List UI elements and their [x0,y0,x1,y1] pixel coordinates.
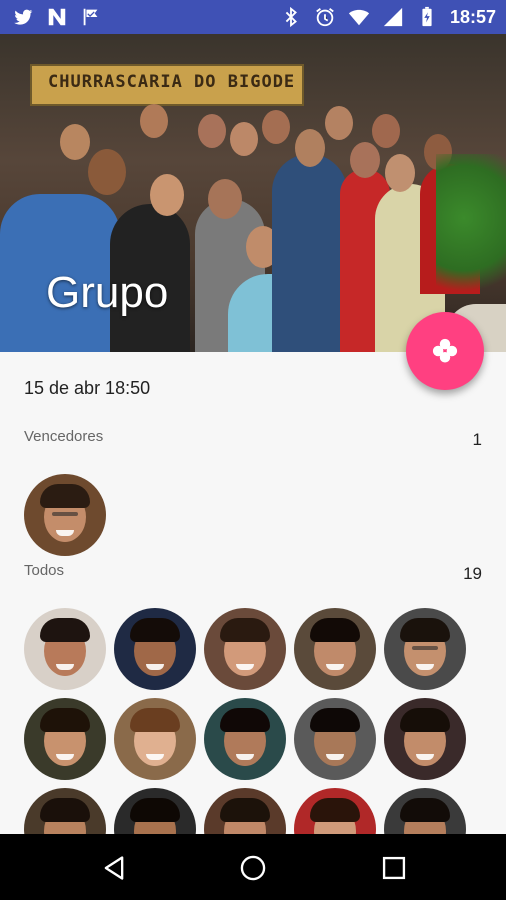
battery-icon [422,6,432,27]
avatar-hair [220,798,270,822]
crowd-figure [230,122,258,156]
crowd-figure [372,114,400,148]
plant [436,154,506,314]
crowd-figure [262,110,290,144]
bluetooth-icon [285,6,297,28]
avatar-hair [400,708,450,732]
crowd-figure [295,129,325,167]
crowd-figure [88,149,126,195]
member-avatar[interactable] [294,788,376,834]
crowd-figure [350,142,380,178]
group-cover-photo: CHURRASCARIA DO BIGODE Grupo [0,34,506,352]
avatar-hair [400,798,450,822]
avatar-hair [400,618,450,642]
group-title: Grupo [46,268,169,317]
crowd-figure [140,104,168,138]
back-icon[interactable] [100,854,128,882]
all-count: 19 [463,564,482,583]
crowd-figure [150,174,184,216]
member-avatar[interactable] [114,608,196,690]
event-date: 15 de abr 18:50 [24,378,151,398]
avatar-hair [40,798,90,822]
check-flag-icon [83,8,98,26]
wifi-icon [348,9,370,26]
clover-icon [432,338,458,363]
crowd-figure [325,106,353,140]
crowd-figure [272,154,347,352]
winners-count: 1 [472,430,482,449]
member-avatar[interactable] [384,698,466,780]
crowd-figure [208,179,242,219]
avatar-hair [130,708,180,732]
avatar-hair [220,708,270,732]
avatar-hair [130,798,180,822]
status-bar: 18:57 [0,0,506,34]
member-avatar[interactable] [24,608,106,690]
member-avatar[interactable] [114,698,196,780]
all-label: Todos [24,562,65,579]
avatar-hair [310,798,360,822]
recents-icon[interactable] [380,854,408,882]
status-time: 18:57 [449,7,496,27]
signal-icon [383,7,403,27]
alarm-icon [316,8,334,27]
avatar-hair [220,618,270,642]
member-avatar[interactable] [24,788,106,834]
avatar-hair [40,618,90,642]
avatar-hair [40,708,90,732]
navigation-bar [0,834,506,900]
home-icon[interactable] [239,854,267,882]
photo-sign-text: CHURRASCARIA DO BIGODE [48,72,296,92]
crowd-figure [60,124,90,160]
avatar-hair [310,708,360,732]
member-avatar[interactable] [204,698,286,780]
n-app-icon [48,8,66,26]
member-avatar[interactable] [384,608,466,690]
avatar-hair [130,618,180,642]
member-avatar[interactable] [24,698,106,780]
member-avatar[interactable] [294,608,376,690]
crowd-figure [198,114,226,148]
member-avatar[interactable] [204,788,286,834]
avatar-hair [40,484,90,508]
avatar-glasses [412,646,438,650]
twitter-icon [14,9,33,25]
member-avatar[interactable] [114,788,196,834]
avatar-hair [310,618,360,642]
member-avatar[interactable] [204,608,286,690]
avatar-glasses [52,512,78,516]
member-avatar[interactable] [294,698,376,780]
group-details[interactable]: 15 de abr 18:50 Vencedores 1 Todos 19 [0,352,506,834]
winners-label: Vencedores [24,428,104,445]
crowd-figure [385,154,415,192]
draw-winner-button[interactable] [406,312,484,390]
member-avatar[interactable] [384,788,466,834]
winner-avatar[interactable] [24,474,106,556]
